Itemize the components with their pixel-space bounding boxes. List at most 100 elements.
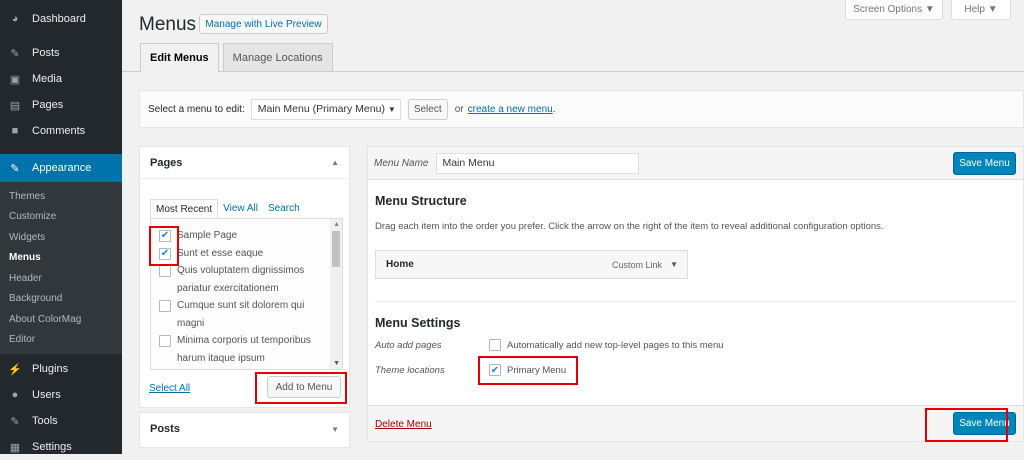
section-divider (375, 301, 1016, 302)
tab-edit-menus[interactable]: Edit Menus (140, 43, 219, 72)
primary-menu-text: Primary Menu (507, 364, 567, 376)
brush-icon: ✎ (10, 162, 20, 175)
media-icon: ▣ (9, 73, 21, 86)
submenu-menus[interactable]: Menus (0, 248, 122, 269)
menu-label: Appearance (32, 162, 92, 174)
page-label: Cumque sunt sit dolorem qui magni (177, 300, 305, 329)
collapse-up-icon[interactable]: ▲ (331, 158, 339, 167)
menu-label: Comments (32, 125, 86, 137)
submenu-customize[interactable]: Customize (0, 207, 122, 228)
menu-item-type: Custom Link (611, 259, 662, 270)
screen-options-button[interactable]: Screen Options ▼ (845, 0, 943, 20)
pin-icon: ✎ (10, 47, 20, 60)
menu-tools[interactable]: ✎ Tools (0, 408, 122, 434)
auto-add-checkbox[interactable] (489, 339, 501, 351)
menu-item-home[interactable]: Home Custom Link ▼ (375, 250, 688, 279)
live-preview-button[interactable]: Manage with Live Preview (199, 14, 328, 34)
checkbox[interactable] (159, 335, 171, 347)
nav-tabs: Edit Menus Manage Locations (140, 43, 337, 72)
scroll-up-icon[interactable]: ▲ (333, 221, 340, 228)
delete-menu-link[interactable]: Delete Menu (375, 419, 432, 430)
tab-divider (122, 71, 1024, 72)
menu-select-dropdown[interactable]: Main Menu (Primary Menu) ▼ (250, 98, 401, 120)
menu-posts[interactable]: ✎ Posts (0, 40, 122, 66)
menu-label: Posts (32, 47, 60, 59)
menu-pages[interactable]: ▤ Pages (0, 92, 122, 118)
page-label: Quis voluptatem dignissimos pariatur exe… (177, 265, 305, 294)
checkbox[interactable] (159, 265, 171, 277)
menu-users[interactable]: ● Users (0, 382, 122, 408)
submenu-editor[interactable]: Editor (0, 330, 122, 351)
save-menu-button-bottom[interactable]: Save Menu (953, 412, 1016, 435)
comment-icon: ■ (11, 125, 19, 137)
auto-add-text: Automatically add new top-level pages to… (507, 339, 724, 351)
select-button[interactable]: Select (407, 98, 448, 120)
menu-select-bar: Select a menu to edit: Main Menu (Primar… (139, 90, 1024, 128)
menu-label: Plugins (32, 363, 69, 375)
help-button[interactable]: Help ▼ (951, 0, 1011, 20)
page-label: Minima corporis ut temporibus harum itaq… (177, 335, 311, 364)
posts-metabox-header[interactable]: Posts ▼ (140, 413, 349, 445)
pages-metabox: Pages ▲ Most Recent View All Search ✔ Sam… (139, 146, 350, 408)
expand-down-icon[interactable]: ▼ (331, 425, 339, 434)
menu-appearance[interactable]: ✎ Appearance (0, 154, 122, 182)
select-all-link[interactable]: Select All (149, 383, 190, 394)
list-item[interactable]: ✔ Sample Page (151, 227, 342, 245)
pages-checklist: ✔ Sample Page ✔ Sunt et esse eaque Quis vo… (150, 218, 343, 370)
menu-editor-header: Menu Name Main Menu Save Menu (368, 147, 1023, 180)
auto-add-row: Auto add pages Automatically add new top… (375, 339, 724, 351)
menu-plugins[interactable]: ⚡ Plugins (0, 356, 122, 382)
selected-menu: Main Menu (Primary Menu) (257, 103, 385, 115)
menu-label: Tools (32, 415, 58, 427)
list-item[interactable]: Cumque sunt sit dolorem qui magni (151, 297, 342, 332)
tab-most-recent[interactable]: Most Recent (150, 199, 219, 218)
menu-dashboard[interactable]: ◕ Dashboard (0, 6, 122, 32)
tab-search[interactable]: Search (263, 199, 305, 218)
tab-view-all[interactable]: View All (218, 199, 263, 218)
submenu-about-colormag[interactable]: About ColorMag (0, 309, 122, 330)
menu-label: Pages (32, 99, 64, 111)
page-label: Sample Page (177, 230, 238, 241)
page-title: Menus (139, 14, 197, 35)
list-item[interactable]: ✔ Sunt et esse eaque (151, 245, 342, 263)
submenu-themes[interactable]: Themes (0, 186, 122, 207)
list-item[interactable]: Minima corporis ut temporibus harum itaq… (151, 332, 342, 367)
menu-name-input[interactable]: Main Menu (436, 152, 640, 174)
posts-metabox-title: Posts (150, 423, 180, 435)
menu-structure-title: Menu Structure (375, 194, 467, 208)
submenu-header[interactable]: Header (0, 268, 122, 289)
add-to-menu-button[interactable]: Add to Menu (267, 376, 341, 398)
pages-metabox-header[interactable]: Pages ▲ (140, 147, 349, 179)
checkbox-checked[interactable]: ✔ (159, 247, 171, 260)
item-expand-arrow-icon[interactable]: ▼ (670, 260, 678, 269)
menu-comments[interactable]: ■ Comments (0, 118, 122, 144)
checkbox-checked[interactable]: ✔ (159, 230, 171, 242)
tab-manage-locations[interactable]: Manage Locations (222, 43, 333, 71)
scrollbar[interactable]: ▲ ▼ (330, 219, 342, 369)
or-text: or (454, 103, 464, 115)
plugin-icon: ⚡ (8, 363, 22, 376)
primary-menu-checkbox[interactable]: ✔ (489, 364, 501, 376)
submenu-widgets[interactable]: Widgets (0, 227, 122, 248)
appearance-submenu: Themes Customize Widgets Menus Header Ba… (0, 182, 122, 354)
list-item[interactable]: Quis voluptatem dignissimos pariatur exe… (151, 262, 342, 297)
create-new-menu-link[interactable]: create a new menu (468, 104, 553, 115)
scroll-down-icon[interactable]: ▼ (333, 360, 340, 367)
pages-tabs: Most Recent View All Search (150, 199, 305, 218)
submenu-background[interactable]: Background (0, 289, 122, 310)
menu-label: Settings (32, 441, 72, 453)
save-menu-button-top[interactable]: Save Menu (953, 152, 1016, 175)
menu-name-label: Menu Name (374, 157, 429, 169)
menu-settings[interactable]: ▦ Settings (0, 434, 122, 460)
menu-label: Dashboard (32, 13, 86, 25)
period-text: . (552, 103, 556, 115)
menu-structure-description: Drag each item into the order you prefer… (375, 221, 884, 232)
checkbox[interactable] (159, 300, 171, 312)
admin-menu: ◕ Dashboard ✎ Posts ▣ Media ▤ Pages ■ Comment… (0, 0, 122, 454)
users-icon: ● (11, 389, 19, 401)
auto-add-label: Auto add pages (375, 339, 442, 351)
select-menu-label: Select a menu to edit: (148, 103, 245, 115)
menu-media[interactable]: ▣ Media (0, 66, 122, 92)
scroll-thumb[interactable] (332, 231, 340, 267)
dropdown-arrow-icon: ▼ (387, 104, 396, 114)
